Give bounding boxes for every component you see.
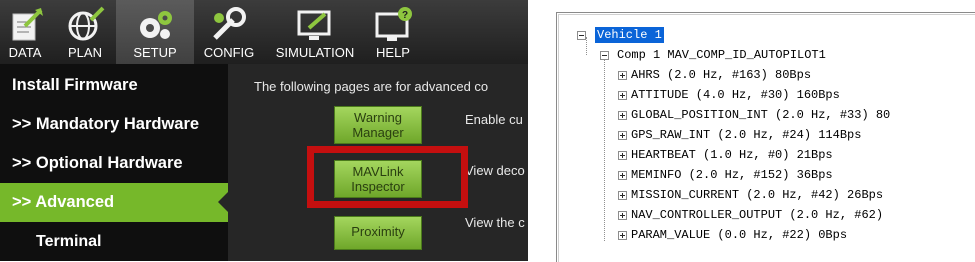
tree-node-message[interactable]: HEARTBEAT (1.0 Hz, #0) 21Bps [631,147,833,163]
toolbar-help-label: HELP [376,45,410,60]
expand-toggle-message[interactable] [618,231,627,240]
toolbar-data-label: DATA [8,45,42,60]
gears-icon [140,11,172,39]
toolbar-help-button[interactable]: ? HELP [368,0,418,64]
tree-connector [586,37,587,55]
data-icon [12,8,43,41]
expand-toggle-message[interactable] [618,191,627,200]
warning-manager-button[interactable]: Warning Manager [334,106,422,144]
toolbar-data-button[interactable]: DATA [0,0,50,64]
proximity-description: View the c [465,215,525,230]
toolbar-setup-button[interactable]: SETUP [116,0,194,64]
tree-node-message[interactable]: GLOBAL_POSITION_INT (2.0 Hz, #33) 80 [631,107,890,123]
expand-toggle-message[interactable] [618,171,627,180]
toolbar-simulation-button[interactable]: SIMULATION [266,0,364,64]
sidebar-item-optional-hardware[interactable]: >> Optional Hardware [0,144,228,183]
tree-node-message[interactable]: GPS_RAW_INT (2.0 Hz, #24) 114Bps [631,127,861,143]
proximity-label: Proximity [351,224,405,239]
toolbar-config-button[interactable]: CONFIG [196,0,262,64]
globe-icon [68,6,105,41]
warning-manager-description: Enable cu [465,112,523,127]
monitor-icon [297,10,331,40]
tree-node-vehicle[interactable]: Vehicle 1 [595,27,664,43]
toolbar-simulation-label: SIMULATION [275,45,355,60]
collapse-toggle-vehicle[interactable] [577,31,586,40]
mavlink-tree-panel: Vehicle 1 Comp 1 MAV_COMP_ID_AUTOPILOT1 … [556,12,975,262]
expand-toggle-message[interactable] [618,71,627,80]
expand-toggle-message[interactable] [618,131,627,140]
active-item-pointer [218,192,228,212]
tree-node-message[interactable]: PARAM_VALUE (0.0 Hz, #22) 0Bps [631,227,847,243]
warning-manager-label-line2: Manager [352,125,404,140]
tree-node-message[interactable]: AHRS (2.0 Hz, #163) 80Bps [631,67,811,83]
tree-node-message[interactable]: MISSION_CURRENT (2.0 Hz, #42) 26Bps [631,187,883,203]
expand-toggle-message[interactable] [618,151,627,160]
expand-toggle-message[interactable] [618,211,627,220]
tree-view: Vehicle 1 Comp 1 MAV_COMP_ID_AUTOPILOT1 … [558,14,975,262]
tree-node-message[interactable]: ATTITUDE (4.0 Hz, #30) 160Bps [631,87,840,103]
tree-connector [604,55,605,241]
warning-manager-label-line1: Warning [354,110,402,125]
mission-planner-panel: DATA PLAN SETUP CONFIG SIMULATION ? HELP… [0,0,528,261]
collapse-toggle-component[interactable] [600,51,609,60]
svg-text:?: ? [402,10,408,21]
expand-toggle-message[interactable] [618,91,627,100]
toolbar-plan-button[interactable]: PLAN [60,0,110,64]
help-monitor-icon: ? [375,7,412,41]
highlight-box [307,146,468,208]
intro-text: The following pages are for advanced co [254,79,489,94]
main-toolbar: DATA PLAN SETUP CONFIG SIMULATION ? HELP [0,0,528,64]
sidebar-item-install-firmware[interactable]: Install Firmware [0,66,228,105]
toolbar-config-label: CONFIG [203,45,255,60]
toolbar-setup-label: SETUP [133,45,177,60]
proximity-button[interactable]: Proximity [334,216,422,250]
expand-toggle-message[interactable] [618,111,627,120]
sidebar-item-mandatory-hardware[interactable]: >> Mandatory Hardware [0,105,228,144]
toolbar-plan-label: PLAN [68,45,102,60]
sidebar-item-terminal[interactable]: Terminal [0,222,228,261]
tree-node-message[interactable]: NAV_CONTROLLER_OUTPUT (2.0 Hz, #62) [631,207,883,223]
tree-node-component[interactable]: Comp 1 MAV_COMP_ID_AUTOPILOT1 [617,47,826,63]
sidebar-item-advanced[interactable]: >> Advanced [0,183,228,222]
mavlink-inspector-description: View deco [465,163,525,178]
setup-sidebar: Install Firmware >> Mandatory Hardware >… [0,64,228,261]
tree-node-message[interactable]: MEMINFO (2.0 Hz, #152) 36Bps [631,167,833,183]
wrench-icon [213,7,246,40]
